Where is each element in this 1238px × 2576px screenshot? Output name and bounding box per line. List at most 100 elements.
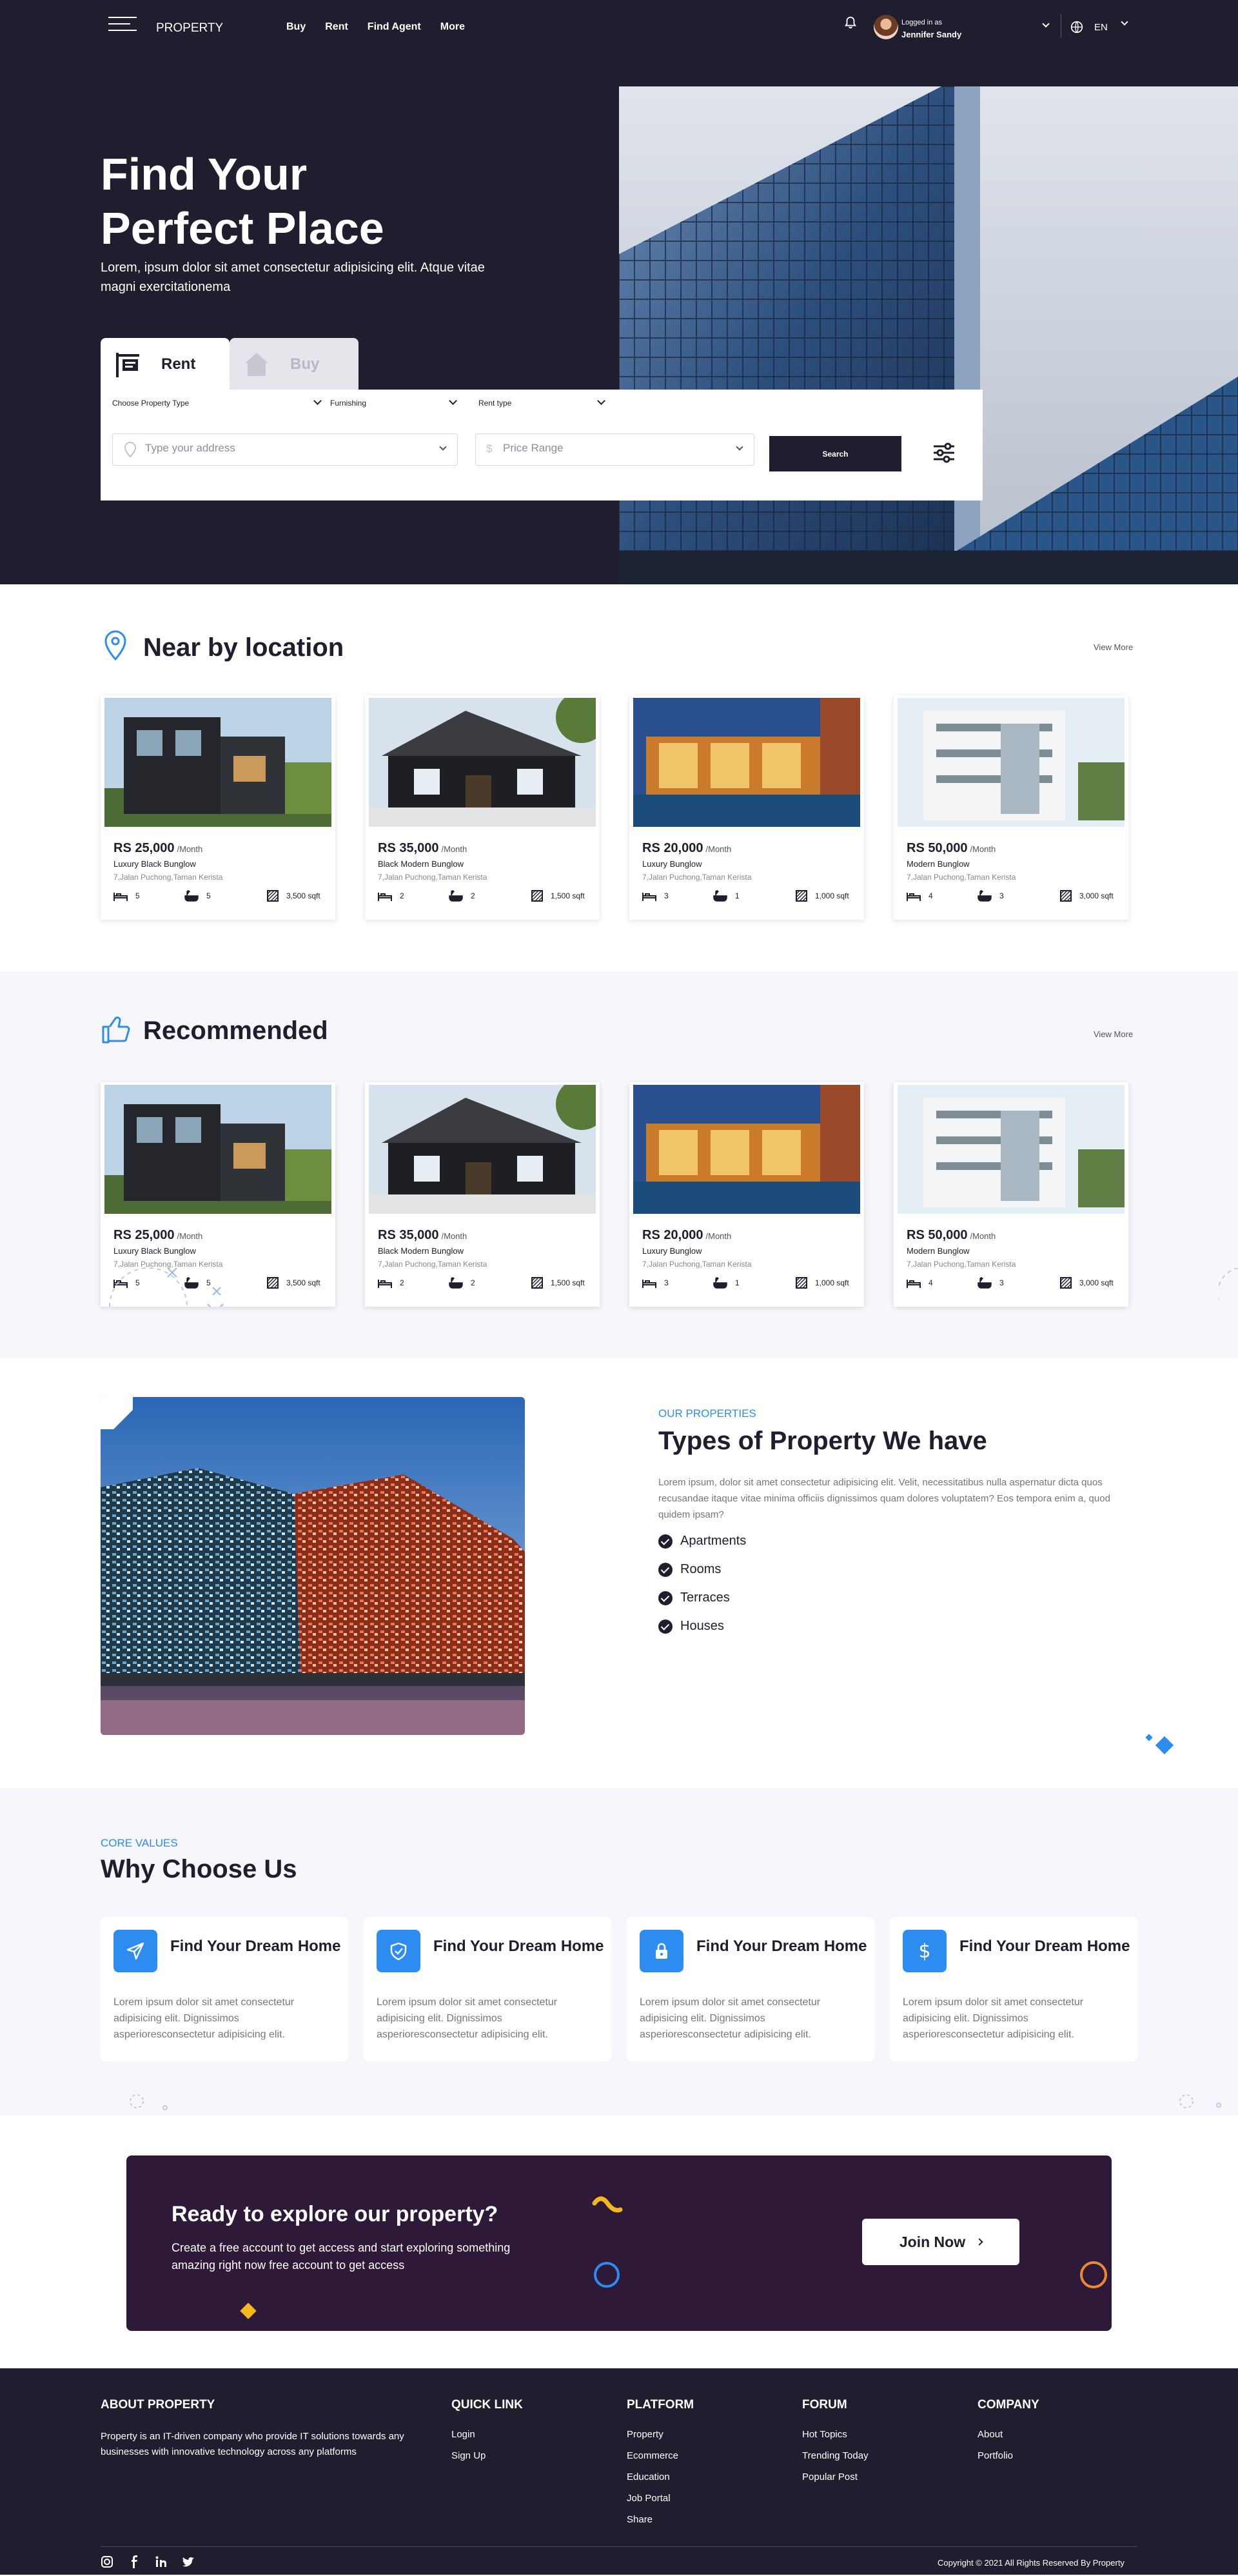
property-address: 7,Jalan Puchong,Taman Kerista [642, 1260, 752, 1269]
footer-link-share[interactable]: Share [627, 2514, 694, 2525]
footer-link-sign-up[interactable]: Sign Up [451, 2450, 523, 2461]
search-button[interactable]: Search [769, 436, 901, 471]
property-price: RS 20,000/Month [642, 1228, 731, 1243]
property-photo[interactable] [369, 698, 596, 827]
property-photo[interactable] [633, 698, 860, 827]
property-photo[interactable] [898, 698, 1125, 827]
price-value: RS 50,000 [907, 841, 968, 855]
chevron-right-icon [976, 2238, 983, 2246]
instagram-icon[interactable] [101, 2555, 113, 2568]
list-item-label: Houses [680, 1619, 724, 1633]
why-card-title: Find Your Dream Home [433, 1937, 604, 1955]
property-price: RS 35,000/Month [378, 841, 467, 856]
property-type-select[interactable]: Choose Property Type [112, 397, 322, 408]
property-card[interactable]: RS 35,000/Month Black Modern Bunglow 7,Jal… [365, 695, 600, 920]
property-types-section: OUR PROPERTIES Types of Property We have… [0, 1358, 1238, 1788]
furnishing-select[interactable]: Furnishing [330, 397, 457, 408]
footer-link-trending-today[interactable]: Trending Today [802, 2450, 869, 2461]
footer-link-education[interactable]: Education [627, 2472, 694, 2482]
lock-icon [640, 1930, 683, 1972]
linkedin-icon[interactable] [155, 2555, 168, 2568]
tab-buy[interactable]: Buy [230, 338, 359, 391]
price-value: RS 25,000 [113, 841, 175, 855]
property-photo[interactable] [898, 1085, 1125, 1214]
footer-link-job-portal[interactable]: Job Portal [627, 2493, 694, 2504]
price-period: /Month [441, 844, 467, 854]
check-circle-icon [658, 1534, 673, 1549]
nav-more[interactable]: More [440, 21, 465, 33]
chevron-down-icon [597, 397, 605, 405]
brand-logo[interactable]: PROPERTY [156, 21, 223, 35]
beds-count: 3 [642, 890, 669, 902]
footer-link-portfolio[interactable]: Portfolio [978, 2450, 1039, 2461]
facebook-icon[interactable] [128, 2555, 141, 2568]
nearby-section: Near by location View More RS 25,000/Mon… [0, 584, 1238, 971]
hero-section: Find Your Perfect Place Lorem, ipsum dolo… [0, 55, 1238, 584]
footer-link-popular-post[interactable]: Popular Post [802, 2472, 869, 2482]
bed-icon [907, 1280, 921, 1288]
user-info[interactable]: Logged in as Jennifer Sandy [901, 17, 961, 41]
property-card[interactable]: RS 35,000/Month Black Modern Bunglow 7,Jal… [365, 1082, 600, 1307]
rent-type-select[interactable]: Rent type [478, 397, 605, 408]
price-period: /Month [441, 1231, 467, 1241]
thumbs-up-icon [102, 1016, 130, 1044]
avatar[interactable] [874, 15, 898, 39]
tab-rent[interactable]: Rent [101, 338, 230, 391]
area-icon [531, 890, 543, 902]
baths-value: 3 [999, 1278, 1004, 1287]
property-photo[interactable] [104, 1085, 331, 1214]
baths-count: 2 [449, 1277, 475, 1289]
price-placeholder: Price Range [503, 442, 564, 454]
footer-col-title: PLATFORM [627, 2398, 694, 2412]
check-circle-icon [658, 1562, 673, 1577]
property-card[interactable]: RS 50,000/Month Modern Bunglow 7,Jalan Puc… [894, 695, 1128, 920]
footer-link-ecommerce[interactable]: Ecommerce [627, 2450, 694, 2461]
list-item-terraces: Terraces [658, 1590, 730, 1605]
footer-link-property[interactable]: Property [627, 2429, 694, 2440]
property-price: RS 50,000/Month [907, 1228, 996, 1243]
why-choose-us-section: CORE VALUES Why Choose Us Find Your Drea… [0, 1788, 1238, 2115]
price-range-select[interactable]: $ Price Range [475, 433, 754, 466]
price-period: /Month [705, 844, 732, 854]
baths-value: 2 [471, 1278, 475, 1287]
property-card[interactable]: RS 20,000/Month Luxury Bunglow 7,Jalan Puc… [629, 695, 864, 920]
property-photo[interactable] [633, 1085, 860, 1214]
menu-icon[interactable] [108, 17, 137, 32]
footer-about: ABOUT PROPERTY Property is an IT-driven … [101, 2398, 436, 2460]
nearby-view-more-link[interactable]: View More [1094, 642, 1133, 652]
twitter-icon[interactable] [182, 2555, 195, 2568]
list-item-houses: Houses [658, 1619, 724, 1634]
property-card[interactable]: RS 50,000/Month Modern Bunglow 7,Jalan Puc… [894, 1082, 1128, 1307]
language-selector[interactable]: EN [1094, 22, 1108, 33]
footer-link-about[interactable]: About [978, 2429, 1039, 2440]
why-card-title: Find Your Dream Home [696, 1937, 867, 1955]
filter-sliders-icon[interactable] [932, 441, 956, 464]
property-price: RS 25,000/Month [113, 1228, 202, 1243]
nav-find-agent[interactable]: Find Agent [368, 21, 421, 33]
footer-link-hot-topics[interactable]: Hot Topics [802, 2429, 869, 2440]
area-value: 3,000 sqft [1079, 891, 1114, 900]
property-card[interactable]: RS 25,000/Month Luxury Black Bunglow 7,Jal… [101, 695, 335, 920]
chevron-down-icon[interactable] [1121, 18, 1128, 26]
baths-count: 3 [978, 1277, 1004, 1289]
property-price: RS 25,000/Month [113, 841, 202, 856]
chevron-down-icon[interactable] [1042, 20, 1050, 28]
recommended-view-more-link[interactable]: View More [1094, 1029, 1133, 1039]
join-now-button[interactable]: Join Now [862, 2219, 1019, 2265]
bed-icon [907, 893, 921, 901]
property-card[interactable]: RS 20,000/Month Luxury Bunglow 7,Jalan Puc… [629, 1082, 864, 1307]
address-input[interactable]: Type your address [112, 433, 458, 466]
baths-value: 3 [999, 891, 1004, 900]
bed-icon [642, 1280, 656, 1288]
area-icon [796, 1277, 807, 1289]
property-photo[interactable] [369, 1085, 596, 1214]
nav-buy[interactable]: Buy [286, 21, 306, 33]
footer-link-login[interactable]: Login [451, 2429, 523, 2440]
bell-icon[interactable] [843, 15, 858, 30]
property-address: 7,Jalan Puchong,Taman Kerista [642, 873, 752, 882]
nav-rent[interactable]: Rent [325, 21, 348, 33]
price-value: RS 35,000 [378, 1228, 439, 1242]
property-photo[interactable] [104, 698, 331, 827]
footer-about-title: ABOUT PROPERTY [101, 2398, 215, 2412]
social-links [101, 2555, 195, 2568]
